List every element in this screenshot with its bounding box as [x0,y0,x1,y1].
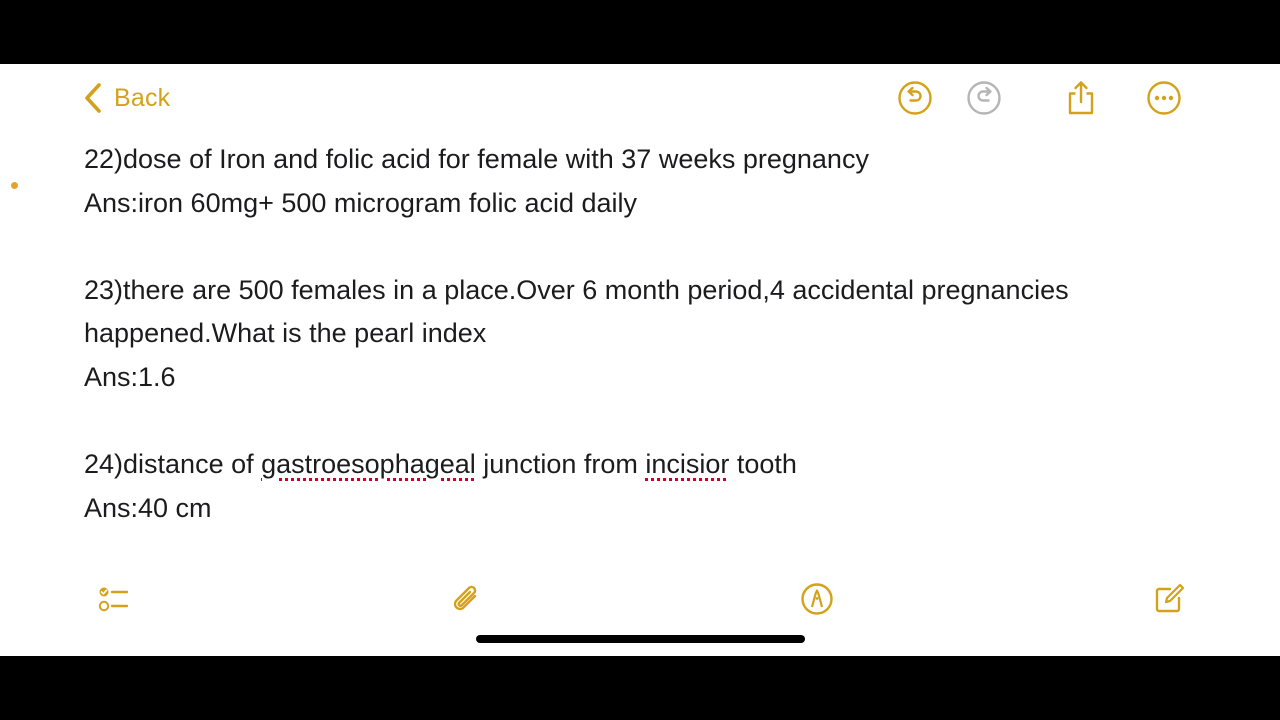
more-icon [1147,81,1181,115]
q22-answer: Ans:iron 60mg+ 500 microgram folic acid … [84,187,637,218]
misspelled-word[interactable]: incisior [645,449,729,479]
checklist-icon [98,587,129,612]
q24-middle: junction from [475,449,646,480]
undo-button[interactable] [897,80,933,116]
q24-answer: Ans:40 cm [84,492,212,523]
note-body[interactable]: 22)dose of Iron and folic acid for femal… [84,138,1204,530]
markup-icon [801,583,833,615]
q22-question: 22)dose of Iron and folic acid for femal… [84,144,869,174]
redo-button[interactable] [966,80,1002,116]
q23-question-line2: happened.What is the pearl index [84,318,487,349]
chevron-left-icon [85,83,101,113]
q24-suffix: tooth [729,449,797,480]
home-indicator[interactable] [476,635,805,643]
q24-question: 24)distance of gastroesophageal junction… [84,443,1204,487]
compose-icon [1155,583,1185,613]
q23-answer: Ans:1.6 [84,361,176,392]
back-button[interactable]: Back [82,80,170,116]
undo-icon [898,81,932,115]
redo-icon [967,81,1001,115]
share-button[interactable] [1063,80,1099,116]
checklist-button[interactable] [96,582,130,616]
misspelled-word[interactable]: gastroesophageal [261,449,476,479]
compose-button[interactable] [1152,582,1186,616]
back-label: Back [114,83,171,112]
attachment-icon [453,585,477,611]
notes-screen: Back 22)dose of Iron and folic acid for … [0,64,1280,656]
share-icon [1068,81,1094,115]
q23-question-line1: 23)there are 500 females in a place.Over… [84,274,1069,305]
q24-prefix: 24)distance of [84,449,262,480]
markup-button[interactable] [800,582,834,616]
attachment-button[interactable] [449,582,483,616]
more-button[interactable] [1146,80,1182,116]
change-indicator-dot [11,182,18,189]
